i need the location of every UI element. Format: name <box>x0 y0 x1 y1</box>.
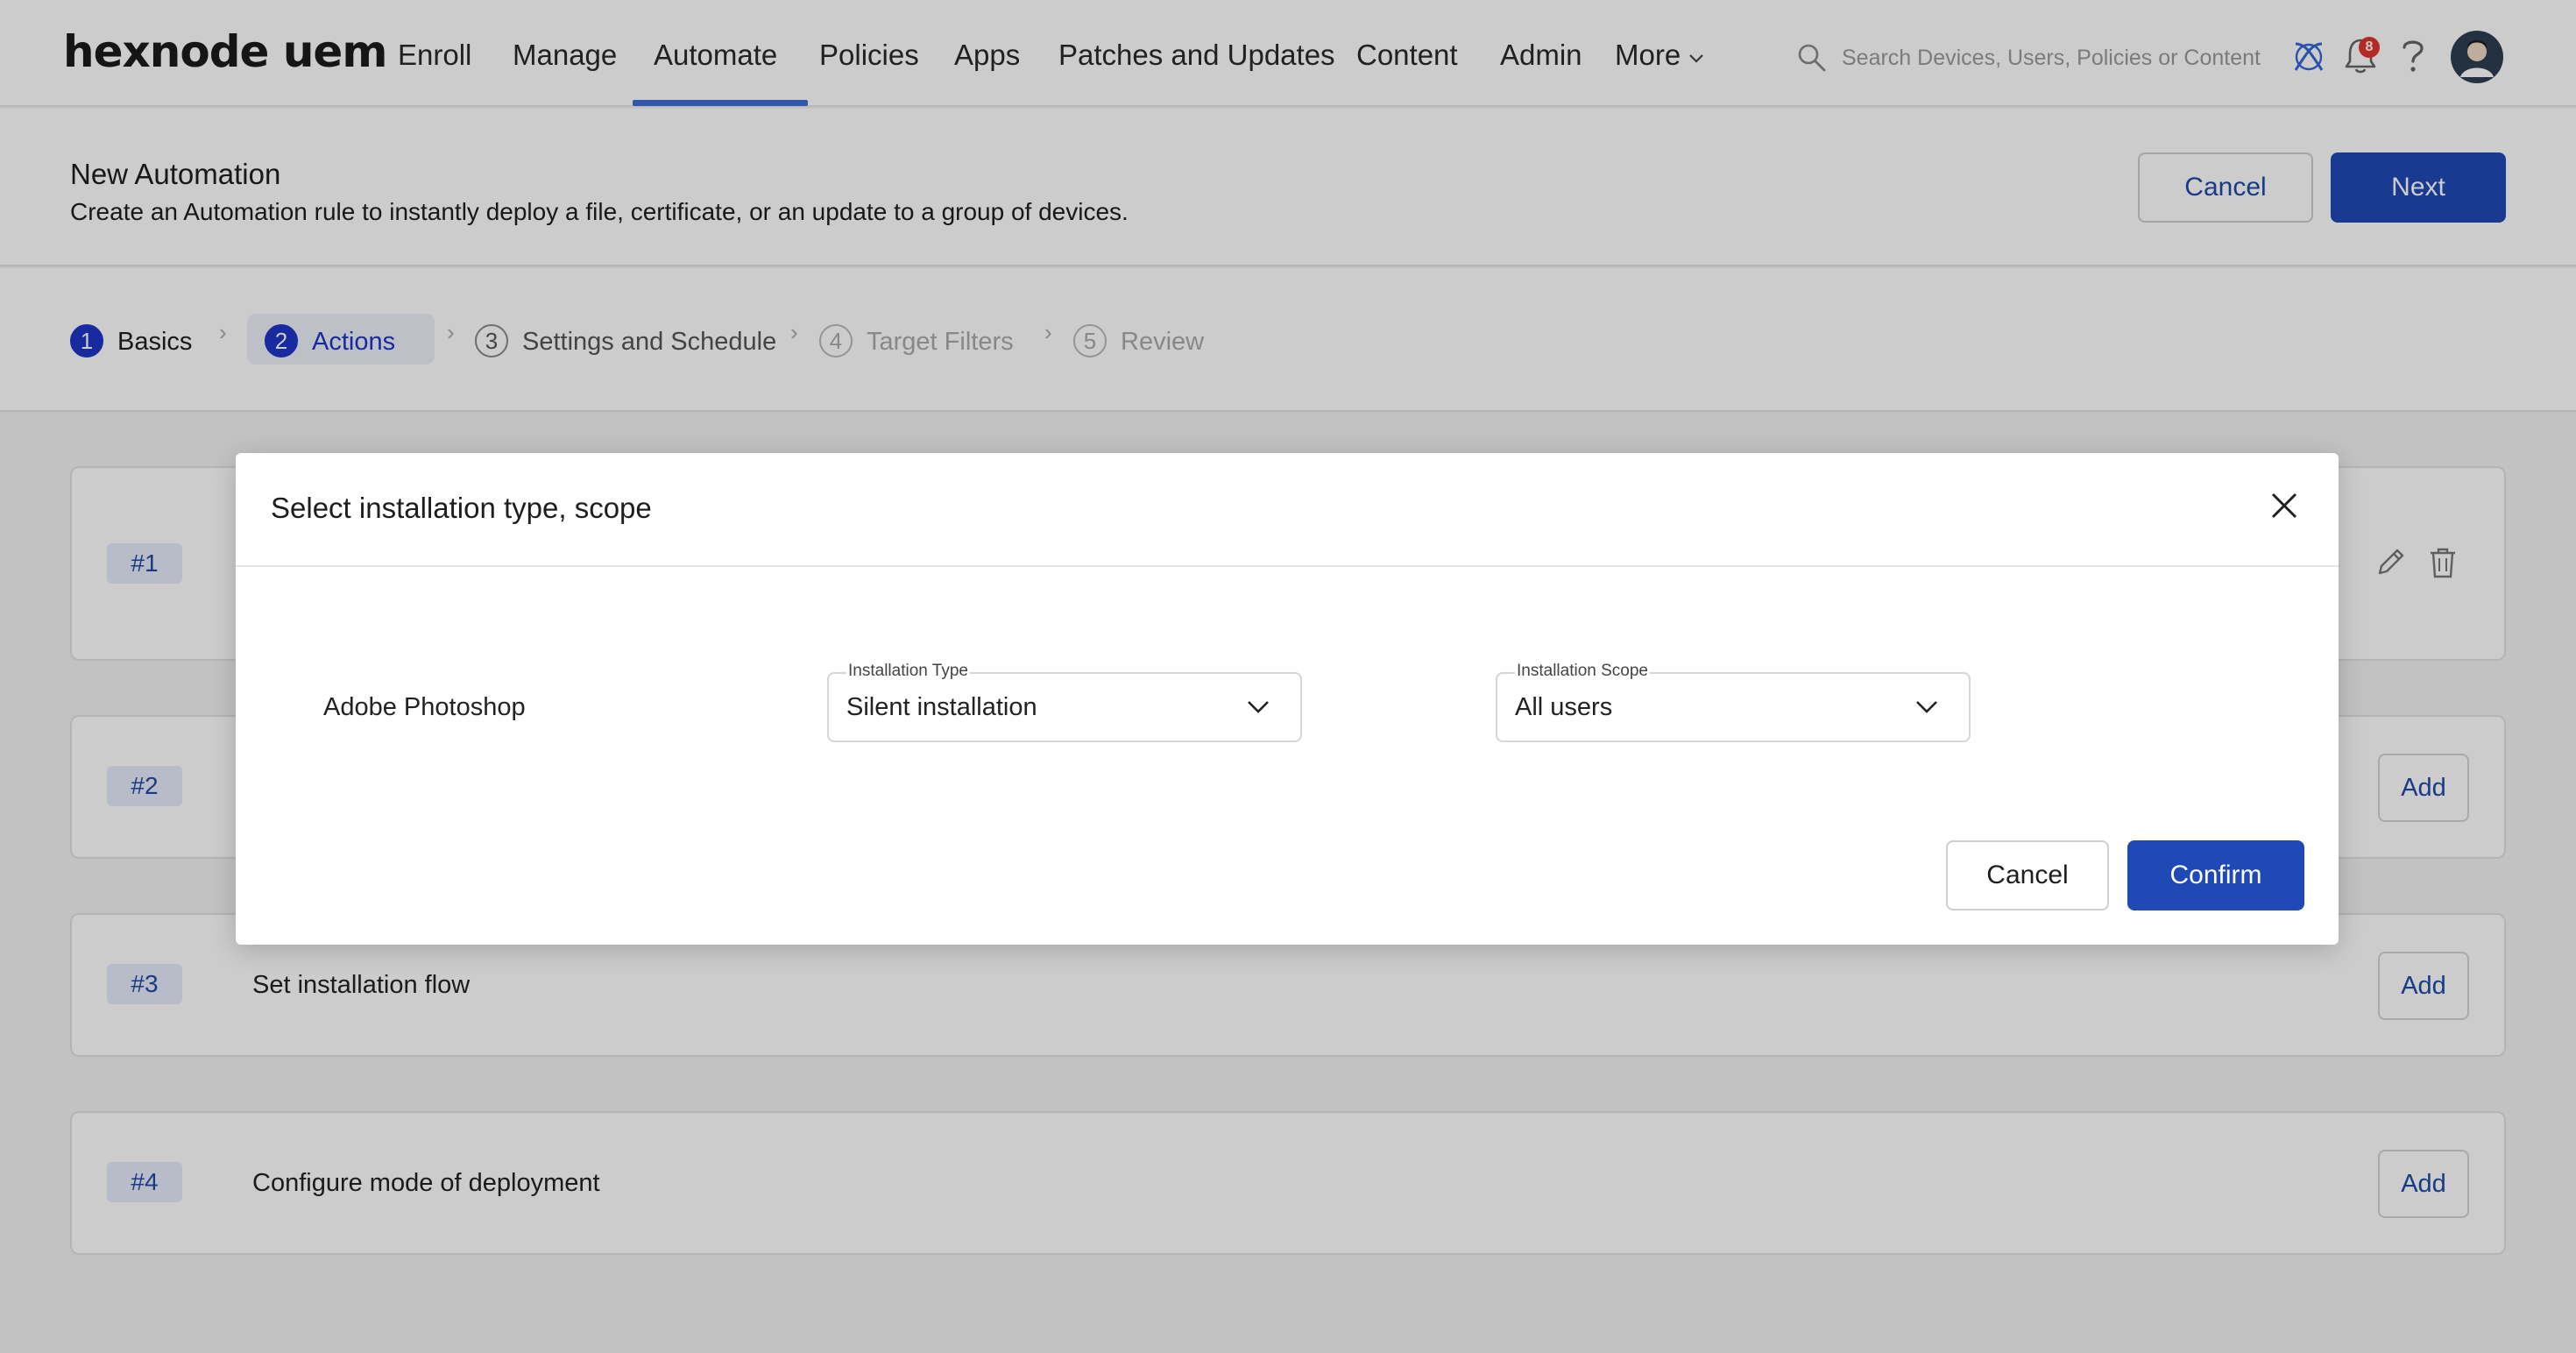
select-value: All users <box>1515 693 1613 721</box>
modal-divider <box>236 565 2339 567</box>
modal-title: Select installation type, scope <box>271 492 652 524</box>
select-label: Installation Scope <box>1515 662 1650 681</box>
close-icon[interactable] <box>2268 490 2300 521</box>
select-label: Installation Type <box>846 662 970 681</box>
chevron-down-icon <box>1248 701 1269 713</box>
select-value: Silent installation <box>846 693 1037 721</box>
confirm-button[interactable]: Confirm <box>2127 840 2304 910</box>
chevron-down-icon <box>1916 701 1937 713</box>
modal-cancel-button[interactable]: Cancel <box>1946 840 2109 910</box>
app-name: Adobe Photoshop <box>323 693 526 721</box>
installation-modal: Select installation type, scope Adobe Ph… <box>236 453 2339 945</box>
installation-scope-select[interactable]: Installation Scope All users <box>1496 662 1971 742</box>
installation-type-select[interactable]: Installation Type Silent installation <box>827 662 1302 742</box>
